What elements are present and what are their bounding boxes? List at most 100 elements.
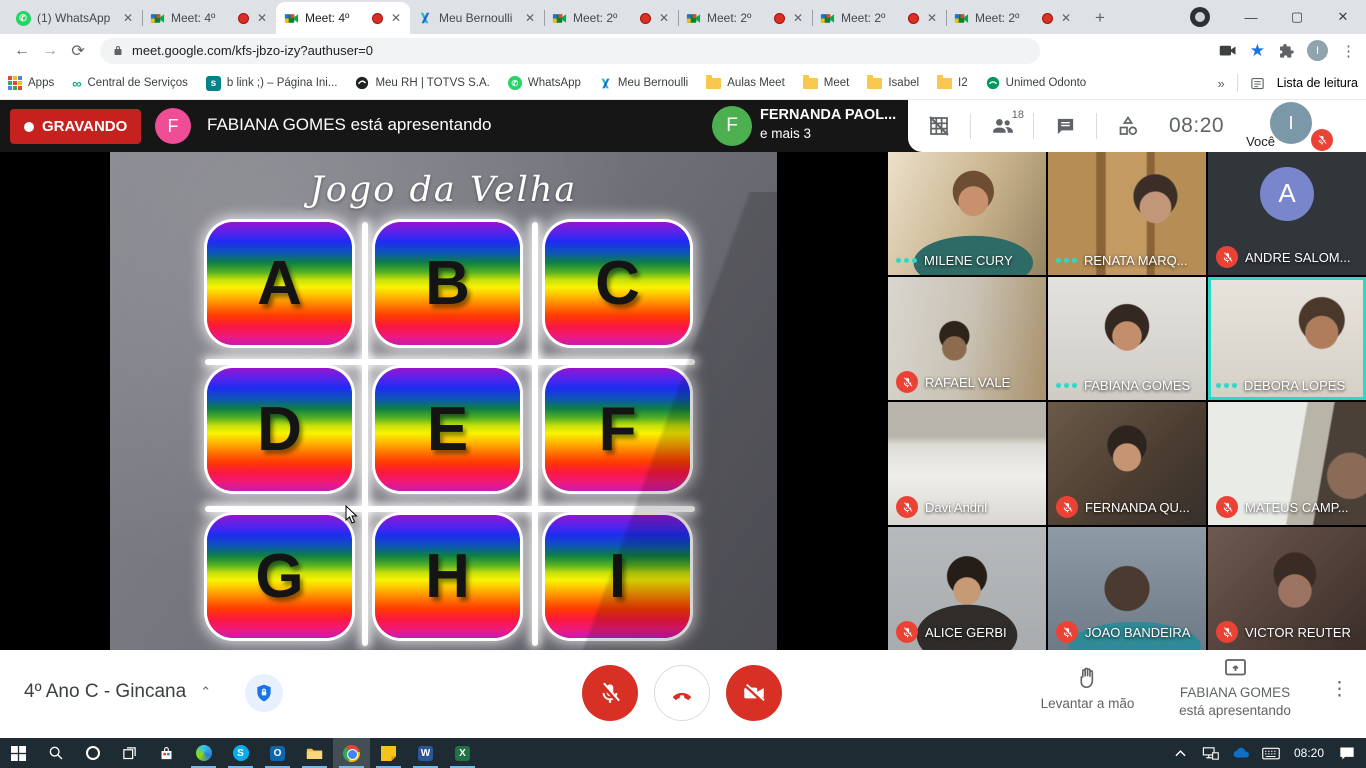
tab-close-icon[interactable]: ✕ [791, 11, 805, 25]
browser-menu-icon[interactable]: ⋮ [1341, 42, 1356, 60]
forward-icon[interactable]: → [36, 42, 64, 60]
tab-close-icon[interactable]: ✕ [121, 11, 135, 25]
bookmark-central-servicos[interactable]: ∞ Central de Serviços [72, 76, 188, 91]
participant-tile[interactable]: FABIANA GOMES [1048, 277, 1206, 400]
activities-button[interactable] [1097, 100, 1159, 152]
bookmark-blink[interactable]: s b link ;) – Página Ini... [206, 76, 338, 91]
tab-whatsapp[interactable]: ✆ (1) WhatsApp ✕ [8, 2, 142, 34]
tab-close-icon[interactable]: ✕ [255, 11, 269, 25]
tab-close-icon[interactable]: ✕ [925, 11, 939, 25]
tab-label: Meet: 4º [305, 11, 366, 25]
close-button[interactable]: ✕ [1320, 0, 1366, 34]
more-options-icon[interactable]: ⋮ [1330, 678, 1349, 701]
file-explorer-button[interactable] [296, 738, 333, 768]
apps-grid-icon [8, 76, 22, 90]
minimize-button[interactable]: — [1228, 0, 1274, 34]
media-camera-icon[interactable] [1219, 44, 1237, 58]
participants-button[interactable]: 18 [971, 100, 1033, 152]
tab-close-icon[interactable]: ✕ [389, 11, 403, 25]
mic-muted-icon [1216, 246, 1238, 268]
tab-meet-2-3[interactable]: Meet: 2º ✕ [812, 2, 946, 34]
bookmark-apps[interactable]: Apps [8, 76, 54, 90]
bookmark-bernoulli[interactable]: Meu Bernoulli [599, 77, 688, 90]
bernoulli-icon [417, 10, 433, 26]
meeting-name[interactable]: 4º Ano C - Gincana ⌃ [24, 681, 211, 703]
chat-button[interactable] [1034, 100, 1096, 152]
tab-meet-2-1[interactable]: Meet: 2º ✕ [544, 2, 678, 34]
recording-dot-icon [24, 122, 34, 132]
bookmark-meu-rh[interactable]: Meu RH | TOTVS S.A. [355, 76, 489, 90]
search-button[interactable] [37, 738, 74, 768]
participant-tile-active-speaker[interactable]: DEBORA LOPES [1208, 277, 1366, 400]
participant-tile[interactable]: RAFAEL VALE [888, 277, 1046, 400]
onedrive-icon[interactable] [1226, 738, 1256, 768]
participant-tile[interactable]: Davi Andril [888, 402, 1046, 525]
bookmarks-overflow-icon[interactable]: » [1217, 76, 1224, 91]
edge-button[interactable] [185, 738, 222, 768]
participant-tile[interactable]: ALICE GERBI [888, 527, 1046, 650]
skype-button[interactable]: S [222, 738, 259, 768]
tab-label: Meu Bernoulli [439, 11, 517, 25]
present-icon [1223, 658, 1248, 680]
reading-list-icon[interactable] [1250, 76, 1265, 91]
participant-tile[interactable]: JOAO BANDEIRA [1048, 527, 1206, 650]
participant-tile[interactable]: VICTOR REUTER [1208, 527, 1366, 650]
word-button[interactable]: W [407, 738, 444, 768]
tray-expand-icon[interactable] [1166, 738, 1196, 768]
reading-list-label[interactable]: Lista de leitura [1277, 76, 1358, 90]
self-view-tile[interactable]: I Você [1238, 100, 1334, 152]
task-view-button[interactable] [111, 738, 148, 768]
participant-tile[interactable]: A ANDRE SALOM... [1208, 152, 1366, 275]
taskbar-clock[interactable]: 08:20 [1286, 746, 1332, 760]
touch-keyboard-icon[interactable] [1256, 738, 1286, 768]
browser-profile-icon[interactable] [1190, 7, 1210, 27]
network-icon[interactable] [1196, 738, 1226, 768]
start-button[interactable] [0, 738, 37, 768]
url-input[interactable]: meet.google.com/kfs-jbzo-izy?authuser=0 [100, 38, 1040, 64]
presenting-status[interactable]: FABIANA GOMESestá apresentando [1160, 658, 1310, 720]
outlook-button[interactable]: O [259, 738, 296, 768]
bookmark-whatsapp[interactable]: ✆ WhatsApp [508, 76, 581, 90]
tab-close-icon[interactable]: ✕ [657, 11, 671, 25]
participant-name: FABIANA GOMES [1084, 378, 1190, 393]
participant-tile[interactable]: MILENE CURY [888, 152, 1046, 275]
screen: ✆ (1) WhatsApp ✕ Meet: 4º ✕ Meet: 4º ✕ M… [0, 0, 1366, 768]
excel-button[interactable]: X [444, 738, 481, 768]
tab-bernoulli[interactable]: Meu Bernoulli ✕ [410, 2, 544, 34]
maximize-button[interactable]: ▢ [1274, 0, 1320, 34]
back-icon[interactable]: ← [8, 42, 36, 60]
chrome-button[interactable] [333, 738, 370, 768]
tab-meet-4-1[interactable]: Meet: 4º ✕ [142, 2, 276, 34]
participant-name: Davi Andril [925, 500, 987, 515]
tab-meet-4-active[interactable]: Meet: 4º ✕ [276, 2, 410, 34]
bookmark-star-icon[interactable]: ★ [1250, 41, 1265, 61]
bookmark-folder-meet[interactable]: Meet [803, 77, 850, 89]
microsoft-store-button[interactable] [148, 738, 185, 768]
bookmark-folder-isabel[interactable]: Isabel [867, 77, 919, 89]
participant-tile[interactable]: MATEUS CAMP... [1208, 402, 1366, 525]
bookmark-folder-i2[interactable]: I2 [937, 77, 968, 89]
meeting-safety-button[interactable] [245, 674, 283, 712]
sticky-notes-button[interactable] [370, 738, 407, 768]
extensions-icon[interactable] [1278, 43, 1294, 59]
hang-up-button[interactable] [654, 665, 710, 721]
profile-avatar[interactable]: I [1307, 40, 1328, 61]
cortana-button[interactable] [74, 738, 111, 768]
participant-tile[interactable]: RENATA MARQ... [1048, 152, 1206, 275]
tab-close-icon[interactable]: ✕ [1059, 11, 1073, 25]
participant-tile[interactable]: FERNANDA QU... [1048, 402, 1206, 525]
tab-close-icon[interactable]: ✕ [523, 11, 537, 25]
bookmark-unimed[interactable]: Unimed Odonto [986, 76, 1087, 90]
camera-off-button[interactable] [726, 665, 782, 721]
new-tab-button[interactable]: + [1086, 4, 1114, 32]
reload-icon[interactable]: ⟳ [64, 41, 92, 61]
infinity-icon: ∞ [72, 76, 81, 91]
action-center-icon[interactable] [1332, 738, 1362, 768]
tab-meet-2-2[interactable]: Meet: 2º ✕ [678, 2, 812, 34]
raise-hand-button[interactable]: Levantar a mão [1015, 665, 1160, 713]
meet-icon [953, 10, 969, 26]
bookmark-folder-aulas-meet[interactable]: Aulas Meet [706, 77, 785, 89]
layout-grid-off-button[interactable] [908, 100, 970, 152]
tab-meet-2-4[interactable]: Meet: 2º ✕ [946, 2, 1080, 34]
mic-mute-button[interactable] [582, 665, 638, 721]
